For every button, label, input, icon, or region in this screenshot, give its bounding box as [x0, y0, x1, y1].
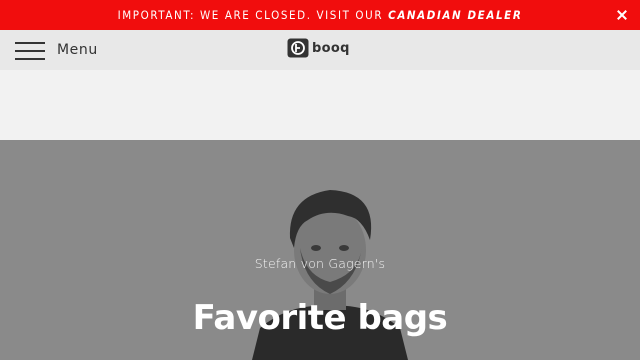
close-icon[interactable]: [616, 9, 628, 21]
announcement-bar: IMPORTANT: WE ARE CLOSED. VISIT OUR CANA…: [0, 0, 640, 30]
booq-logo-icon: [287, 38, 309, 58]
hero-banner: Stefan von Gagern's Favorite bags: [0, 140, 640, 360]
menu-label: Menu: [57, 42, 98, 58]
hero-subtitle: Stefan von Gagern's: [254, 256, 386, 271]
booq-logo[interactable]: booq: [287, 38, 350, 58]
canadian-dealer-link[interactable]: CANADIAN DEALER: [388, 8, 522, 22]
menu-button[interactable]: Menu: [15, 38, 98, 62]
announcement-text: IMPORTANT: WE ARE CLOSED. VISIT OUR: [117, 8, 384, 22]
logo-text: booq: [312, 40, 350, 56]
navbar: Menu booq: [0, 30, 640, 70]
hamburger-icon: [15, 41, 45, 60]
hero-title: Favorite bags: [192, 298, 448, 338]
content-spacer: [0, 70, 640, 140]
